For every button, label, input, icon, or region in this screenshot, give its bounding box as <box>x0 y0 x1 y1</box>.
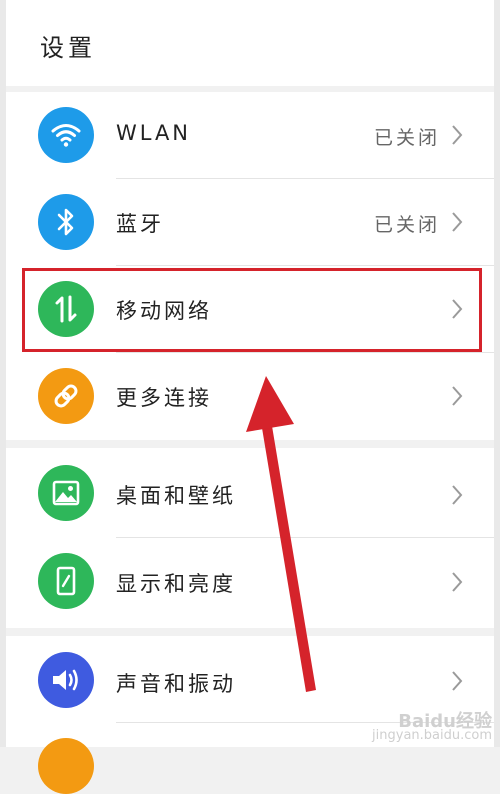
watermark-url: jingyan.baidu.com <box>372 728 492 743</box>
watermark-brand: Baidu经验 <box>398 711 492 732</box>
pointer-arrow <box>246 376 316 692</box>
watermark: Baidu经验 jingyan.baidu.com <box>372 711 492 743</box>
